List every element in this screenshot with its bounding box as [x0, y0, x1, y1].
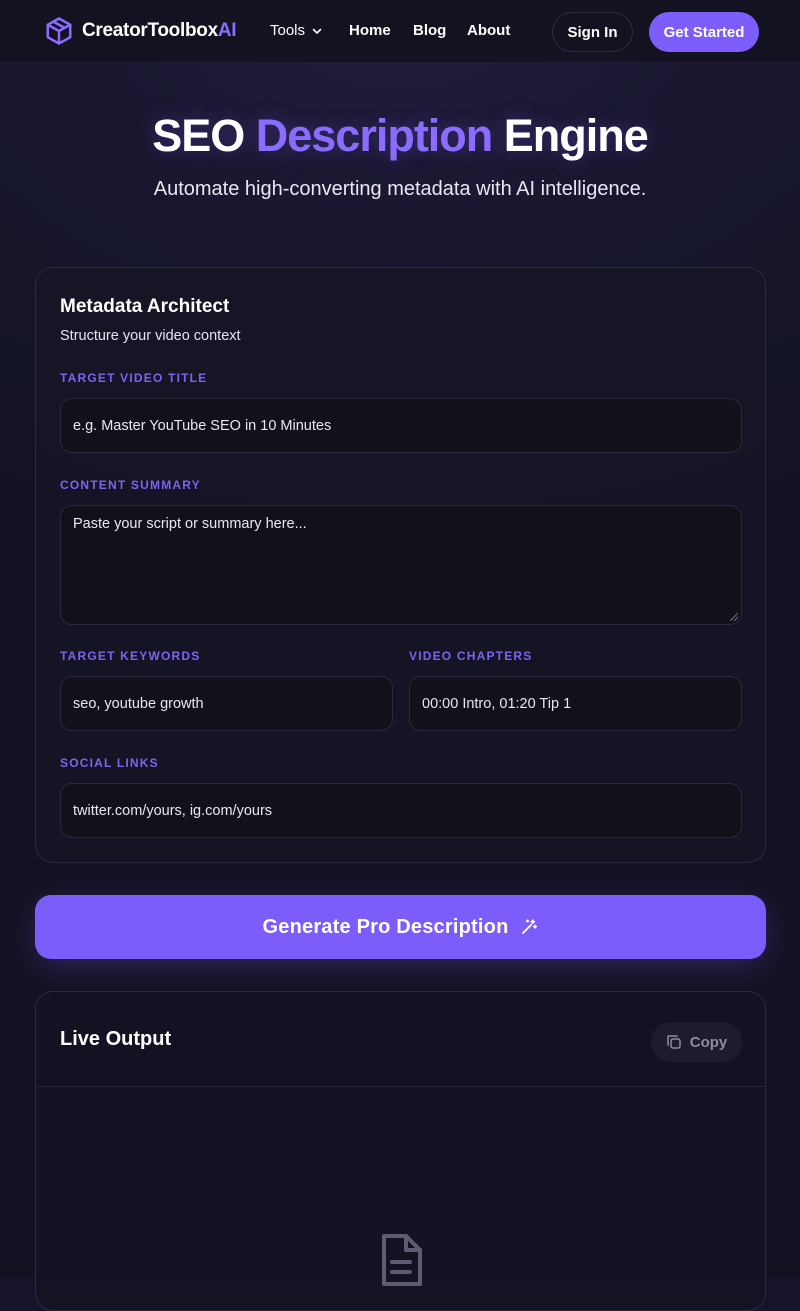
output-divider — [36, 1086, 765, 1087]
brand-name: CreatorToolboxAI — [82, 20, 237, 41]
target-keywords-input[interactable]: seo, youtube growth — [60, 676, 393, 731]
video-title-label: TARGET VIDEO TITLE — [60, 371, 208, 385]
brand-logo[interactable]: CreatorToolboxAI — [44, 16, 237, 46]
form-subtitle: Structure your video context — [60, 328, 241, 344]
copy-button-label: Copy — [689, 1033, 728, 1051]
copy-button[interactable]: Copy — [651, 1022, 742, 1062]
document-icon — [382, 1234, 422, 1286]
top-navbar: CreatorToolboxAI Tools Home Blog About S… — [0, 0, 800, 63]
page-title: SEO Description Engine — [152, 110, 649, 161]
social-links-input[interactable]: twitter.com/yours, ig.com/yours — [60, 783, 742, 838]
nav-tools-dropdown[interactable]: Tools — [270, 22, 323, 39]
metadata-form-card: Metadata Architect Structure your video … — [35, 267, 766, 863]
sign-in-button[interactable]: Sign In — [552, 12, 633, 52]
live-output-panel: Live Output Copy — [35, 991, 766, 1311]
video-chapters-label: VIDEO CHAPTERS — [409, 649, 533, 663]
video-title-input[interactable]: e.g. Master YouTube SEO in 10 Minutes — [60, 398, 742, 453]
generate-description-button[interactable]: Generate Pro Description — [35, 895, 766, 959]
nav-tools-label: Tools — [270, 22, 306, 39]
magic-wand-icon — [522, 919, 538, 934]
nav-blog-link[interactable]: Blog — [413, 22, 446, 39]
nav-about-link[interactable]: About — [467, 22, 510, 39]
content-summary-textarea[interactable]: Paste your script or summary here... — [60, 505, 742, 625]
generate-button-label: Generate Pro Description — [262, 915, 509, 938]
content-summary-label: CONTENT SUMMARY — [60, 478, 201, 492]
form-title: Metadata Architect — [60, 296, 230, 317]
video-chapters-input[interactable]: 00:00 Intro, 01:20 Tip 1 — [409, 676, 742, 731]
page-subtitle: Automate high-converting metadata with A… — [153, 178, 647, 200]
social-links-label: SOCIAL LINKS — [60, 756, 159, 770]
get-started-button[interactable]: Get Started — [649, 12, 759, 52]
chevron-down-icon — [312, 28, 322, 34]
output-title: Live Output — [60, 1028, 172, 1050]
cube-logo-icon — [46, 17, 72, 45]
nav-home-link[interactable]: Home — [349, 22, 391, 39]
content-summary-placeholder: Paste your script or summary here... — [73, 516, 307, 532]
resize-handle-icon[interactable] — [730, 613, 738, 621]
target-keywords-label: TARGET KEYWORDS — [60, 649, 201, 663]
copy-icon — [667, 1035, 681, 1049]
